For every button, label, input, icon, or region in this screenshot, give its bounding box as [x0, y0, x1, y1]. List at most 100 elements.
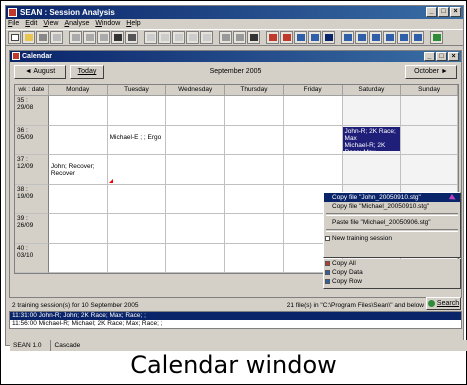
context-copy-michael-file[interactable]: Copy file "Michael_20050910.stg": [324, 202, 460, 211]
table-icon[interactable]: [308, 31, 321, 44]
day-cell[interactable]: [107, 155, 167, 185]
menubar: File Edit View Analyse Window Help: [6, 19, 463, 29]
window-icon-6[interactable]: [411, 31, 424, 44]
menu-window[interactable]: Window: [95, 19, 120, 29]
day-cell[interactable]: [401, 96, 459, 126]
graph-icon[interactable]: [280, 31, 293, 44]
header-saturday: Saturday: [342, 85, 402, 96]
menu-file[interactable]: File: [8, 19, 19, 29]
day-cell[interactable]: [401, 155, 459, 185]
day-cell[interactable]: [48, 184, 108, 214]
day-cell[interactable]: [48, 214, 108, 244]
app-icon: [8, 8, 17, 17]
day-cell[interactable]: [166, 125, 226, 155]
tool-icon-2[interactable]: [83, 31, 96, 44]
session-count-text: 2 training session(s) for 10 September 2…: [12, 302, 139, 309]
day-cell[interactable]: [107, 184, 167, 214]
context-copy-row[interactable]: Copy Row: [324, 277, 460, 286]
day-cell[interactable]: [225, 96, 284, 126]
window-icon-1[interactable]: [341, 31, 354, 44]
search-button[interactable]: Search: [426, 297, 461, 310]
day-cell[interactable]: [107, 96, 167, 126]
window-icon-3[interactable]: [369, 31, 382, 44]
menu-edit[interactable]: Edit: [25, 19, 37, 29]
list-item[interactable]: 11:56:00 Michael-R; Michael; 2K Race; Ma…: [10, 320, 461, 328]
header-sunday: Sunday: [401, 85, 458, 96]
day-cell[interactable]: [342, 155, 402, 185]
window-icon-4[interactable]: [383, 31, 396, 44]
day-cell[interactable]: [283, 96, 343, 126]
week-label: 39 : 26/09: [15, 214, 49, 244]
session-entry: Michael-E ; ; Ergo: [109, 133, 162, 141]
day-cell[interactable]: [166, 155, 226, 185]
tool-icon-7[interactable]: [186, 31, 199, 44]
tool-icon-5[interactable]: [158, 31, 171, 44]
minimize-button[interactable]: _: [426, 7, 437, 17]
context-item-label: Copy file "John_20050910.stg": [332, 194, 421, 201]
tool-icon-6[interactable]: [172, 31, 185, 44]
copy-row-icon: [325, 279, 330, 284]
session-entry: John; Recover; Recover: [50, 163, 95, 177]
calendar-maximize-button[interactable]: □: [436, 52, 447, 61]
day-cell[interactable]: [107, 243, 167, 273]
menu-view[interactable]: View: [43, 19, 58, 29]
context-copy-data[interactable]: Copy Data: [324, 268, 460, 277]
context-copy-john-file[interactable]: Copy file "John_20050910.stg": [324, 193, 460, 203]
day-cell[interactable]: [225, 243, 284, 273]
context-paste-file[interactable]: Paste file "Michael_20050906.stg": [324, 218, 460, 227]
window-icon-5[interactable]: [397, 31, 410, 44]
day-cell[interactable]: [48, 96, 108, 126]
menu-help[interactable]: Help: [126, 19, 140, 29]
calendar-minimize-button[interactable]: _: [424, 52, 435, 61]
context-copy-all[interactable]: Copy All: [324, 259, 460, 268]
maximize-button[interactable]: □: [438, 7, 449, 17]
day-cell[interactable]: [225, 184, 284, 214]
calendar-titlebar: Calendar _ □ ×: [10, 51, 461, 62]
new-file-icon[interactable]: [8, 31, 21, 44]
day-cell[interactable]: [225, 155, 284, 185]
list-item[interactable]: 11:31:00 John-R; John; 2K Race; Max; Rac…: [10, 312, 461, 320]
open-folder-icon[interactable]: [22, 31, 35, 44]
day-cell[interactable]: [166, 184, 226, 214]
window-icon-2[interactable]: [355, 31, 368, 44]
tool-icon-11[interactable]: [247, 31, 260, 44]
tool-icon-1[interactable]: [69, 31, 82, 44]
menu-analyse[interactable]: Analyse: [64, 19, 89, 29]
settings-icon[interactable]: [430, 31, 443, 44]
tool-icon-10[interactable]: [233, 31, 246, 44]
day-cell-selected[interactable]: John-R; 2K Race; Max Michael-R; 2K Race;…: [342, 125, 402, 155]
close-button[interactable]: ×: [450, 7, 461, 17]
context-item-label: Copy Row: [332, 278, 362, 285]
tool-icon-9[interactable]: [219, 31, 232, 44]
day-cell[interactable]: [342, 96, 402, 126]
day-cell[interactable]: Michael-E ; ; Ergo: [107, 125, 167, 155]
tool-icon-4[interactable]: [144, 31, 157, 44]
day-cell[interactable]: John; Recover; Recover: [48, 155, 108, 185]
tool-icon-8[interactable]: [200, 31, 213, 44]
day-cell[interactable]: [166, 214, 226, 244]
calendar-close-button[interactable]: ×: [448, 52, 459, 61]
week-row: 37 : 12/09 John; Recover; Recover: [15, 155, 459, 185]
day-cell[interactable]: [401, 125, 458, 155]
day-cell[interactable]: [48, 243, 108, 273]
day-cell[interactable]: [166, 96, 226, 126]
day-cell[interactable]: [166, 243, 226, 273]
day-cell[interactable]: [225, 214, 284, 244]
context-menu: Copy file "John_20050910.stg" Copy file …: [323, 192, 461, 258]
next-month-button[interactable]: October ►: [405, 65, 457, 79]
chart-icon[interactable]: [125, 31, 138, 44]
day-cell[interactable]: [225, 125, 284, 155]
cut-icon[interactable]: [36, 31, 49, 44]
bar-chart-icon[interactable]: [294, 31, 307, 44]
save-icon[interactable]: [111, 31, 124, 44]
tool-icon-3[interactable]: [97, 31, 110, 44]
report-icon[interactable]: [266, 31, 279, 44]
calendar-icon[interactable]: [322, 31, 335, 44]
day-cell[interactable]: [283, 155, 343, 185]
context-item-label: Copy Data: [332, 269, 363, 276]
day-cell[interactable]: [107, 214, 167, 244]
day-cell[interactable]: [283, 125, 343, 155]
day-cell[interactable]: [48, 125, 108, 155]
context-new-session[interactable]: New training session: [324, 234, 460, 243]
copy-icon[interactable]: [50, 31, 63, 44]
